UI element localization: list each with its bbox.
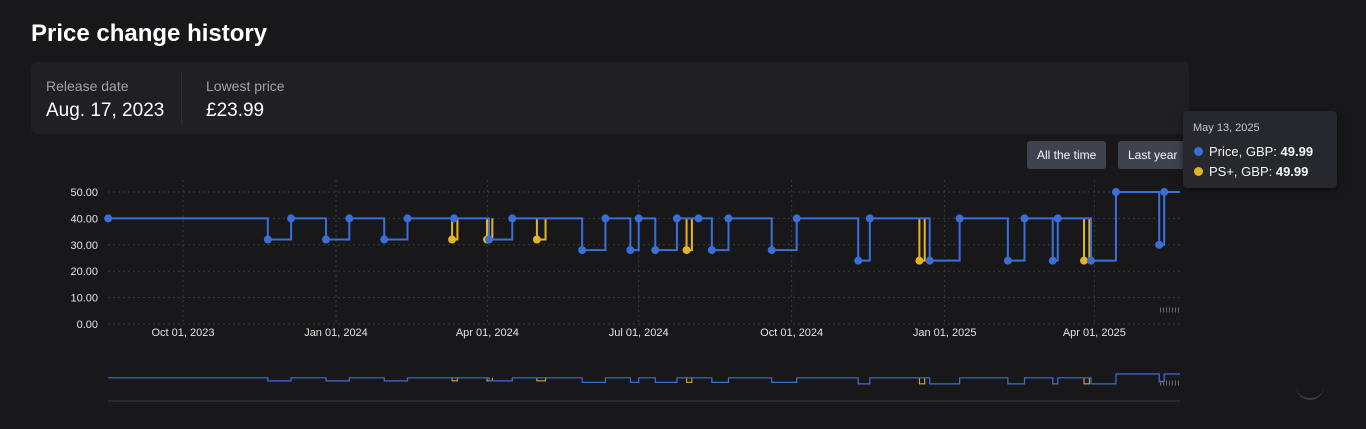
price-point [925, 256, 934, 265]
all-time-button[interactable]: All the time [1027, 141, 1107, 169]
tooltip-date: May 13, 2025 [1193, 122, 1260, 134]
y-tick-label: 0.00 [77, 319, 98, 331]
price-point [767, 246, 776, 255]
x-tick-label: Jul 01, 2024 [609, 327, 669, 339]
price-point [1020, 214, 1029, 223]
price-point [792, 214, 801, 223]
price-point [694, 214, 703, 223]
psplus-series-line [1083, 218, 1091, 262]
navigator-psplus-line [1083, 377, 1090, 385]
tooltip-price-label: Price, GBP: [1209, 144, 1281, 159]
price-point [1053, 214, 1062, 223]
price-point [1048, 256, 1057, 265]
price-point [322, 235, 331, 244]
price-point [634, 214, 643, 223]
y-tick-label: 40.00 [70, 213, 98, 225]
psplus-series-line [918, 218, 926, 262]
price-legend-dot [1194, 147, 1203, 156]
x-tick-label: Apr 01, 2025 [1063, 327, 1126, 339]
price-point [1155, 240, 1164, 249]
price-point [626, 246, 635, 255]
price-point [854, 256, 863, 265]
psplus-legend-dot [1194, 167, 1203, 176]
price-point [104, 214, 113, 223]
x-tick-label: Oct 01, 2024 [760, 327, 823, 339]
y-tick-label: 10.00 [70, 293, 98, 305]
price-point [955, 214, 964, 223]
tooltip-psplus-label: PS+, GBP: [1209, 164, 1276, 179]
navigator-price-line [108, 373, 1180, 385]
price-point [380, 235, 389, 244]
price-point [707, 246, 716, 255]
price-series-line [108, 191, 1180, 262]
psplus-point [1080, 256, 1089, 265]
price-point [450, 214, 459, 223]
price-point [578, 246, 587, 255]
chart-tooltip: May 13, 2025 Price, GBP: 49.99 PS+, GBP:… [1183, 111, 1337, 188]
psplus-point [448, 235, 457, 244]
x-tick-label: Jan 01, 2024 [304, 327, 368, 339]
tooltip-psplus-value: 49.99 [1275, 164, 1309, 179]
price-point [651, 246, 660, 255]
y-tick-label: 30.00 [70, 240, 98, 252]
psplus-series-line [685, 218, 693, 252]
price-point [1111, 188, 1120, 197]
price-point [1160, 188, 1169, 197]
x-tick-label: Oct 01, 2023 [152, 327, 215, 339]
price-point [1003, 256, 1012, 265]
price-point [672, 214, 681, 223]
price-point [724, 214, 733, 223]
x-tick-label: Jan 01, 2025 [913, 327, 977, 339]
tooltip-psplus-row: PS+, GBP: 49.99 [1194, 164, 1308, 179]
psplus-point [682, 246, 691, 255]
price-point [1087, 256, 1096, 265]
price-point [865, 214, 874, 223]
price-point [287, 214, 296, 223]
x-tick-label: Apr 01, 2024 [456, 327, 519, 339]
last-year-button[interactable]: Last year [1118, 141, 1188, 169]
navigator-psplus-line [918, 377, 926, 385]
price-point [485, 235, 493, 244]
price-history-chart[interactable]: 0.00 10.00 20.00 30.00 40.00 50.00 Oct 01, 202… [0, 0, 1366, 429]
price-point [601, 214, 610, 223]
psplus-point [532, 235, 541, 244]
price-point [263, 235, 272, 244]
y-tick-label: 20.00 [70, 266, 98, 278]
tooltip-price-row: Price, GBP: 49.99 [1194, 144, 1313, 159]
navigator-psplus-line [686, 377, 693, 383]
psplus-point [915, 256, 924, 265]
scroll-indicator [1296, 372, 1324, 400]
tooltip-price-value: 49.99 [1280, 144, 1314, 159]
price-point [508, 214, 517, 223]
price-point [403, 214, 412, 223]
price-point [345, 214, 354, 223]
y-tick-label: 50.00 [70, 187, 98, 199]
